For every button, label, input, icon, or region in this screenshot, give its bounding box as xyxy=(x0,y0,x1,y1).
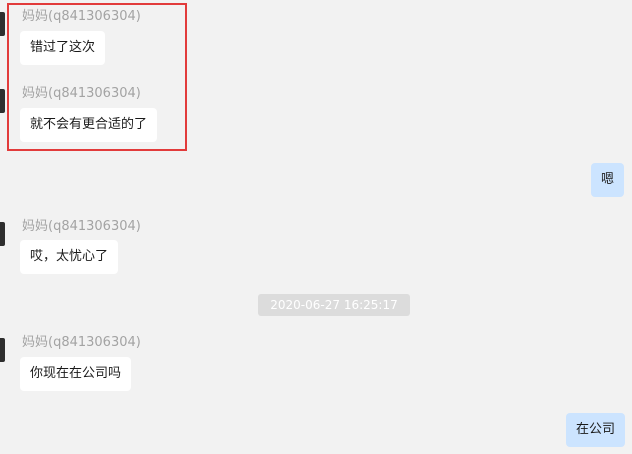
avatar[interactable] xyxy=(0,12,5,36)
sender-name: 妈妈(q841306304) xyxy=(22,335,141,350)
avatar[interactable] xyxy=(0,338,5,362)
message-bubble[interactable]: 哎，太忧心了 xyxy=(20,240,119,274)
avatar[interactable] xyxy=(0,222,5,246)
avatar[interactable] xyxy=(0,89,5,113)
sender-name: 妈妈(q841306304) xyxy=(22,219,141,234)
highlight-box xyxy=(7,3,187,151)
message-bubble[interactable]: 你现在在公司吗 xyxy=(20,357,132,391)
message-bubble-outgoing[interactable]: 在公司 xyxy=(565,413,625,447)
message-bubble-outgoing[interactable]: 嗯 xyxy=(590,163,624,197)
timestamp: 2020-06-27 16:25:17 xyxy=(258,294,410,316)
